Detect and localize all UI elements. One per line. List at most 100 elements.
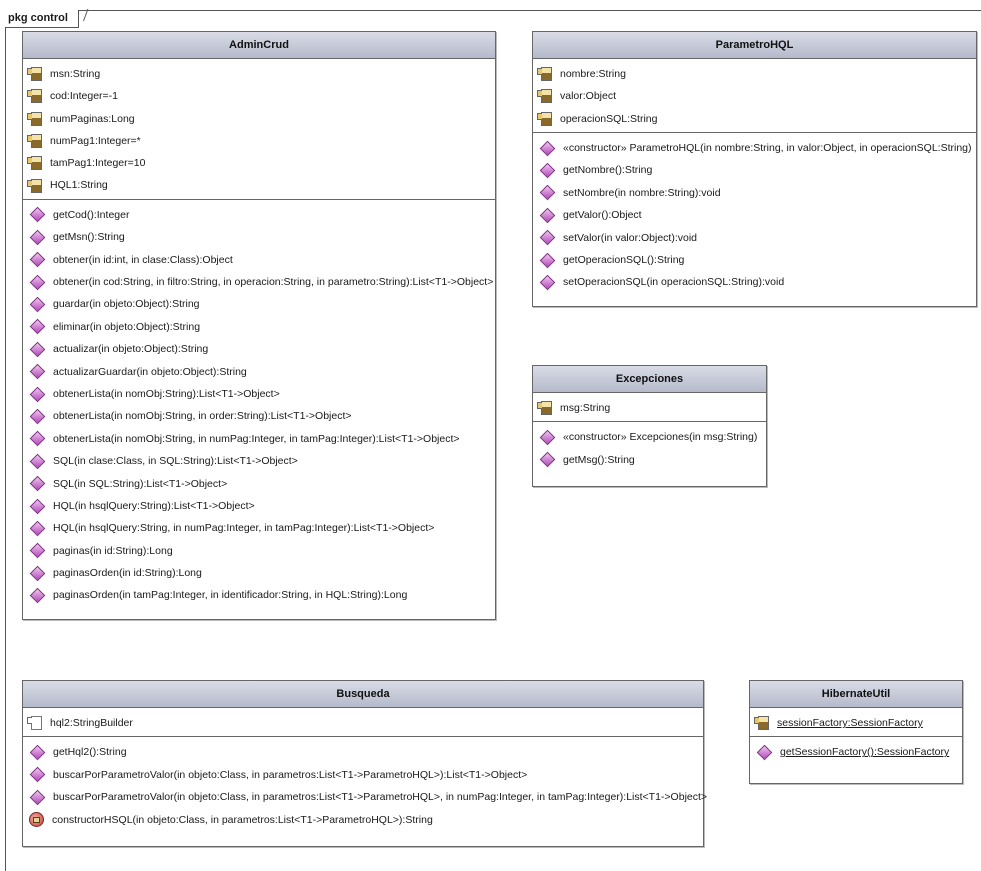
operation-row[interactable]: getNombre():String xyxy=(533,159,976,181)
operation-signature: getValor():Object xyxy=(563,209,642,222)
attribute-row[interactable]: msn:String xyxy=(23,63,495,85)
attribute-signature: valor:Object xyxy=(560,90,617,103)
operation-signature: guardar(in objeto:Object):String xyxy=(53,298,200,311)
private-attribute-icon xyxy=(27,134,42,149)
attribute-row[interactable]: sessionFactory:SessionFactory xyxy=(750,712,962,734)
attribute-signature: nombre:String xyxy=(560,68,626,80)
operation-row[interactable]: actualizarGuardar(in objeto:Object):Stri… xyxy=(23,361,495,383)
attribute-row[interactable]: numPag1:Integer=* xyxy=(23,130,495,152)
public-operation-icon xyxy=(29,431,46,447)
attribute-signature: HQL1:String xyxy=(50,179,108,192)
operation-signature: getSessionFactory():SessionFactory xyxy=(780,746,950,759)
operation-signature: buscarPorParametroValor(in objeto:Class,… xyxy=(53,791,708,804)
operations-compartment: getCod():Integer getMsn():String obtener(i… xyxy=(23,200,495,609)
operation-row[interactable]: obtener(in id:int, in clase:Class):Objec… xyxy=(23,249,495,271)
class-hibernateutil[interactable]: HibernateUtil sessionFactory:SessionFact… xyxy=(749,680,963,784)
operation-row[interactable]: setOperacionSQL(in operacionSQL:String):… xyxy=(533,271,976,293)
public-operation-icon xyxy=(29,475,46,492)
public-operation-icon xyxy=(29,296,46,313)
operation-signature: getMsn():String xyxy=(53,231,125,244)
operation-row[interactable]: getMsn():String xyxy=(23,226,495,248)
attribute-row[interactable]: operacionSQL:String xyxy=(533,108,976,130)
operation-row[interactable]: HQL(in hsqlQuery:String):List<T1->Object… xyxy=(23,495,495,517)
class-admincrud[interactable]: AdminCrud msn:String cod:Integer=-1 numPag… xyxy=(22,31,496,620)
attributes-compartment: msg:String xyxy=(533,393,766,423)
operation-row[interactable]: getOperacionSQL():String xyxy=(533,249,976,271)
operation-signature: setOperacionSQL(in operacionSQL:String):… xyxy=(563,276,785,289)
attributes-compartment: msn:String cod:Integer=-1 numPaginas:Long n… xyxy=(23,59,495,200)
attribute-row[interactable]: tamPag1:Integer=10 xyxy=(23,152,495,174)
operation-signature: paginas(in id:String):Long xyxy=(53,544,173,557)
class-name: ParametroHQL xyxy=(533,32,976,59)
operation-signature: obtener(in id:int, in clase:Class):Objec… xyxy=(53,253,233,266)
operation-row[interactable]: getHql2():String xyxy=(23,741,703,763)
operation-row[interactable]: guardar(in objeto:Object):String xyxy=(23,293,495,315)
operation-row[interactable]: getSessionFactory():SessionFactory xyxy=(750,741,962,763)
operation-row[interactable]: getMsg():String xyxy=(533,449,766,471)
attribute-row[interactable]: cod:Integer=-1 xyxy=(23,85,495,107)
operation-row[interactable]: obtenerLista(in nomObj:String, in order:… xyxy=(23,405,495,427)
operation-signature: «constructor» ParametroHQL(in nombre:Str… xyxy=(563,141,972,154)
operation-signature: getHql2():String xyxy=(53,746,127,759)
private-attribute-icon xyxy=(537,111,552,126)
public-operation-icon xyxy=(539,429,556,446)
public-operation-icon xyxy=(29,520,46,537)
operation-row[interactable]: buscarPorParametroValor(in objeto:Class,… xyxy=(23,764,703,786)
private-attribute-icon xyxy=(27,156,42,171)
operation-row[interactable]: buscarPorParametroValor(in objeto:Class,… xyxy=(23,786,707,808)
operation-row[interactable]: eliminar(in objeto:Object):String xyxy=(23,316,495,338)
operation-signature: getCod():Integer xyxy=(53,208,130,221)
operation-signature: obtenerLista(in nomObj:String, in numPag… xyxy=(53,432,460,445)
attribute-row[interactable]: valor:Object xyxy=(533,85,976,107)
attribute-signature: msg:String xyxy=(560,402,611,414)
public-operation-icon xyxy=(539,140,556,156)
operations-compartment: getSessionFactory():SessionFactory xyxy=(750,737,962,765)
operation-row[interactable]: obtenerLista(in nomObj:String, in numPag… xyxy=(23,428,495,450)
operation-row[interactable]: SQL(in SQL:String):List<T1->Object> xyxy=(23,472,495,494)
public-operation-icon xyxy=(756,744,773,761)
class-excepciones[interactable]: Excepciones msg:String «constructor» Exc… xyxy=(532,365,767,487)
attribute-row[interactable]: numPaginas:Long xyxy=(23,108,495,130)
operation-row[interactable]: obtenerLista(in nomObj:String):List<T1->… xyxy=(23,383,495,405)
public-operation-icon xyxy=(29,565,46,581)
private-attribute-icon xyxy=(537,67,552,82)
public-operation-icon xyxy=(29,789,46,806)
attribute-row[interactable]: nombre:String xyxy=(533,63,976,85)
public-operation-icon xyxy=(29,274,46,290)
operation-row[interactable]: setValor(in valor:Object):void xyxy=(533,226,976,248)
public-operation-icon xyxy=(539,229,556,246)
attribute-row[interactable]: hql2:StringBuilder xyxy=(23,712,703,734)
operation-row[interactable]: paginasOrden(in id:String):Long xyxy=(23,562,495,584)
operation-row[interactable]: HQL(in hsqlQuery:String, in numPag:Integ… xyxy=(23,517,495,539)
operation-signature: eliminar(in objeto:Object):String xyxy=(53,320,201,333)
operation-signature: obtener(in cod:String, in filtro:String,… xyxy=(53,276,494,288)
operation-row[interactable]: «constructor» Excepciones(in msg:String) xyxy=(533,426,766,448)
operation-row[interactable]: getCod():Integer xyxy=(23,204,495,226)
operation-signature: getOperacionSQL():String xyxy=(563,253,685,266)
operation-row[interactable]: SQL(in clase:Class, in SQL:String):List<… xyxy=(23,450,495,472)
public-operation-icon xyxy=(539,274,556,291)
operation-row[interactable]: paginasOrden(in tamPag:Integer, in ident… xyxy=(23,584,495,606)
operation-signature: SQL(in clase:Class, in SQL:String):List<… xyxy=(53,455,298,468)
class-name: Excepciones xyxy=(533,366,766,393)
public-operation-icon xyxy=(29,341,46,358)
attributes-compartment: nombre:String valor:Object operacionSQL:St… xyxy=(533,59,976,133)
operation-row[interactable]: getValor():Object xyxy=(533,204,976,226)
class-busqueda[interactable]: Busqueda hql2:StringBuilder getHql2():St… xyxy=(22,680,707,847)
operations-compartment: getHql2():String buscarPorParametroValor(… xyxy=(23,737,707,833)
operation-signature: constructorHSQL(in objeto:Class, in para… xyxy=(52,813,433,826)
class-parametrohql[interactable]: ParametroHQL nombre:String valor:Object op… xyxy=(532,31,977,307)
private-attribute-icon xyxy=(754,716,769,731)
private-attribute-icon xyxy=(27,89,42,104)
attribute-row[interactable]: HQL1:String xyxy=(23,174,495,196)
operation-row[interactable]: actualizar(in objeto:Object):String xyxy=(23,338,495,360)
operation-row[interactable]: setNombre(in nombre:String):void xyxy=(533,182,976,204)
operation-row[interactable]: constructorHSQL(in objeto:Class, in para… xyxy=(23,808,703,830)
operation-signature: actualizar(in objeto:Object):String xyxy=(53,343,209,356)
public-operation-icon xyxy=(539,207,556,224)
operations-compartment: «constructor» Excepciones(in msg:String)… xyxy=(533,422,766,473)
operation-row[interactable]: paginas(in id:String):Long xyxy=(23,540,495,562)
operation-row[interactable]: «constructor» ParametroHQL(in nombre:Str… xyxy=(533,137,976,159)
attribute-row[interactable]: msg:String xyxy=(533,397,766,419)
operation-row[interactable]: obtener(in cod:String, in filtro:String,… xyxy=(23,271,495,293)
